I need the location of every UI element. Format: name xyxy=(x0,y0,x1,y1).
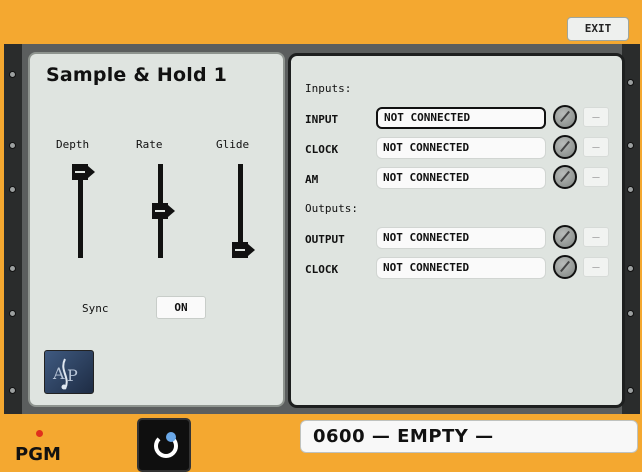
screw-icon xyxy=(9,142,16,149)
clock-out-level-knob[interactable] xyxy=(553,255,577,279)
module-panel: Sample & Hold 1 Depth Rate Glide Sync ON… xyxy=(28,52,285,407)
clock-in-level-knob[interactable] xyxy=(553,135,577,159)
clock-out-connection-field[interactable]: NOT CONNECTED xyxy=(376,257,546,279)
input-connection-field[interactable]: NOT CONNECTED xyxy=(376,107,546,129)
port-label-clock-in: CLOCK xyxy=(305,143,339,156)
screw-icon xyxy=(627,265,634,272)
pgm-led-indicator xyxy=(36,430,43,437)
sync-toggle-button[interactable]: ON xyxy=(156,296,206,319)
port-label-clock-out: CLOCK xyxy=(305,263,339,276)
module-editor-screen: EXIT Sample & Hold 1 Depth Rate Glide Sy… xyxy=(0,0,642,472)
depth-label: Depth xyxy=(56,138,90,151)
screw-icon xyxy=(9,310,16,317)
exit-button[interactable]: EXIT xyxy=(567,17,629,41)
preset-display[interactable]: 0600 — EMPTY — xyxy=(300,420,638,453)
connections-panel: Inputs: INPUT NOT CONNECTED — CLOCK NOT … xyxy=(288,53,625,408)
screw-icon xyxy=(9,387,16,394)
svg-text:P: P xyxy=(67,366,78,385)
screw-icon xyxy=(9,186,16,193)
screw-icon xyxy=(627,387,634,394)
input-remove-button[interactable]: — xyxy=(583,107,609,127)
clock-in-remove-button[interactable]: — xyxy=(583,137,609,157)
am-remove-button[interactable]: — xyxy=(583,167,609,187)
port-label-output: OUTPUT xyxy=(305,233,345,246)
glide-slider-handle[interactable] xyxy=(232,242,255,258)
screw-icon xyxy=(627,310,634,317)
input-level-knob[interactable] xyxy=(553,105,577,129)
screw-icon xyxy=(9,265,16,272)
screw-icon xyxy=(9,71,16,78)
clock-out-remove-button[interactable]: — xyxy=(583,257,609,277)
a-and-p-logo-icon: A P xyxy=(44,350,94,394)
clock-in-connection-field[interactable]: NOT CONNECTED xyxy=(376,137,546,159)
mode-indicator-dot xyxy=(166,432,176,442)
output-connection-field[interactable]: NOT CONNECTED xyxy=(376,227,546,249)
screw-icon xyxy=(627,142,634,149)
am-connection-field[interactable]: NOT CONNECTED xyxy=(376,167,546,189)
port-label-am: AM xyxy=(305,173,319,186)
screw-icon xyxy=(627,79,634,86)
inputs-heading: Inputs: xyxy=(305,82,352,95)
glide-label: Glide xyxy=(216,138,250,151)
rate-label: Rate xyxy=(136,138,163,151)
mode-toggle-button[interactable] xyxy=(137,418,191,472)
depth-slider-handle[interactable] xyxy=(72,164,95,180)
rate-slider-handle[interactable] xyxy=(152,203,175,219)
screw-icon xyxy=(627,186,634,193)
output-level-knob[interactable] xyxy=(553,225,577,249)
outputs-heading: Outputs: xyxy=(305,202,358,215)
am-level-knob[interactable] xyxy=(553,165,577,189)
module-title: Sample & Hold 1 xyxy=(46,64,228,86)
rack-rail-left xyxy=(4,44,22,414)
port-label-input: INPUT xyxy=(305,113,339,126)
output-remove-button[interactable]: — xyxy=(583,227,609,247)
sync-label: Sync xyxy=(82,302,109,315)
pgm-label: PGM xyxy=(15,444,61,465)
